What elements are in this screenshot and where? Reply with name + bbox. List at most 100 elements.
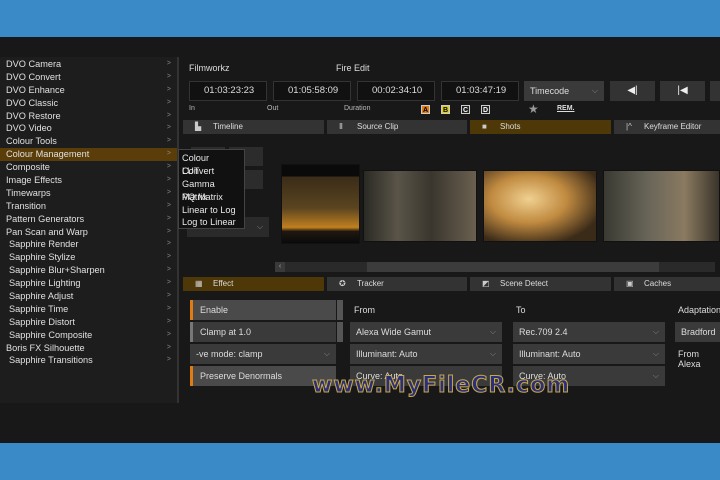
shot-thumbnail[interactable] (281, 164, 360, 244)
menu-item[interactable]: Sapphire Adjust > (0, 290, 177, 303)
to-gamut-select[interactable]: Rec.709 2.4 ⌵ (513, 322, 665, 342)
menu-item[interactable]: DVO Classic > (0, 97, 177, 110)
tab-label: Timeline (213, 122, 243, 131)
enable-toggle[interactable]: Enable (190, 300, 336, 320)
timecode-mode-value: Timecode (530, 86, 570, 96)
current-timecode[interactable]: 01:03:47:19 (441, 81, 519, 101)
menu-item[interactable]: Boris FX Silhouette > (0, 342, 177, 355)
shot-thumbnail[interactable] (363, 170, 477, 242)
submenu-arrow-icon: > (166, 266, 171, 274)
menu-item[interactable]: DVO Enhance > (0, 84, 177, 97)
submenu-arrow-icon: > (166, 214, 171, 222)
scroll-left-icon[interactable]: ‹ (275, 262, 285, 272)
from-gamut-select[interactable]: Alexa Wide Gamut ⌵ (350, 322, 502, 342)
badge-c[interactable]: C (461, 105, 470, 114)
menu-item[interactable]: Pattern Generators > (0, 213, 177, 226)
menu-item[interactable]: Sapphire Stylize > (0, 251, 177, 264)
slider-handle[interactable] (337, 322, 343, 342)
to-illuminant-select[interactable]: Illuminant: Auto ⌵ (513, 344, 665, 364)
colour-management-submenu: Colour Convert LUT Gamma Matrix PQ Matrix Li… (178, 149, 245, 229)
submenu-arrow-icon: > (166, 201, 171, 209)
menu-item[interactable]: DVO Video > (0, 122, 177, 135)
menu-item[interactable]: Composite > (0, 161, 177, 174)
menu-item[interactable]: Image Effects > (0, 174, 177, 187)
menu-item[interactable]: Colour Tools > (0, 135, 177, 148)
project-name: Filmworkz (189, 63, 230, 73)
submenu-arrow-icon: > (166, 72, 171, 80)
menu-item[interactable]: Sapphire Lighting > (0, 277, 177, 290)
menu-item[interactable]: Pan Scan and Warp > (0, 226, 177, 239)
submenu-arrow-icon: > (166, 124, 171, 132)
watermark: www.MyFileCR.com (311, 373, 571, 399)
menu-item[interactable]: Sapphire Blur+Sharpen > (0, 264, 177, 277)
menu-item-label: DVO Restore (6, 110, 61, 121)
menu-item[interactable]: Sapphire Transitions > (0, 354, 177, 367)
adaptation-label: Adaptation (678, 305, 720, 315)
clamp-toggle[interactable]: Clamp at 1.0 (190, 322, 336, 342)
submenu-item[interactable]: Gamma Matrix (182, 178, 241, 202)
chevron-down-icon: ⌵ (323, 349, 330, 358)
in-timecode[interactable]: 01:03:23:23 (189, 81, 267, 101)
caches-icon: ▣ (626, 279, 634, 288)
adaptation-value: Bradford (681, 327, 716, 337)
tab-effect[interactable]: ▦ Effect (183, 277, 324, 291)
tab-timeline[interactable]: ▙ Timeline (183, 120, 324, 134)
shot-thumbnail[interactable] (483, 170, 597, 242)
submenu-arrow-icon: > (166, 240, 171, 248)
menu-item[interactable]: Transition > (0, 200, 177, 213)
slider-handle[interactable] (337, 300, 343, 320)
go-start-button[interactable]: |◀ (660, 81, 705, 101)
tab-label: Keyframe Editor (644, 122, 702, 131)
menu-item[interactable]: Sapphire Time > (0, 303, 177, 316)
submenu-item[interactable]: Log to Linear (182, 216, 241, 229)
step-back-button[interactable]: ◀| (610, 81, 655, 101)
adaptation-select[interactable]: Bradford (675, 322, 720, 342)
menu-item-label: Transition (6, 200, 46, 211)
ve-mode-select[interactable]: -ve mode: clamp ⌵ (190, 344, 336, 364)
submenu-item[interactable]: Linear to Log (182, 204, 241, 217)
menu-item[interactable]: Sapphire Render > (0, 238, 177, 251)
scrollbar-thumb[interactable] (367, 262, 659, 272)
submenu-item[interactable]: Colour Convert (182, 152, 241, 176)
tab-scene-detect[interactable]: ◩ Scene Detect (470, 277, 611, 291)
menu-item-label: Sapphire Time (9, 303, 69, 314)
shot-thumbnail[interactable] (603, 170, 720, 242)
adaptation-note: From Alexa (678, 349, 701, 369)
tab-caches[interactable]: ▣ Caches (614, 277, 720, 291)
menu-item[interactable]: Sapphire Composite > (0, 329, 177, 342)
submenu-arrow-icon: > (166, 137, 171, 145)
menu-item[interactable]: Colour Management > (0, 148, 177, 162)
menu-item-label: Sapphire Blur+Sharpen (9, 265, 105, 276)
submenu-arrow-icon: > (166, 343, 171, 351)
timecode-mode-select[interactable]: Timecode ⌵ (524, 81, 604, 101)
menu-item[interactable]: DVO Camera > (0, 58, 177, 71)
submenu-item[interactable]: PQ Matrix (182, 191, 241, 204)
tab-source-clip[interactable]: Ⅱ Source Clip (327, 120, 467, 134)
chevron-down-icon: ⌵ (652, 371, 659, 380)
submenu-arrow-icon: > (166, 292, 171, 300)
submenu-arrow-icon: > (166, 60, 171, 67)
menu-item[interactable]: DVO Convert > (0, 71, 177, 84)
tab-tracker[interactable]: ✪ Tracker (327, 277, 467, 291)
transport-button[interactable] (710, 81, 720, 101)
chevron-down-icon: ⌵ (652, 327, 659, 336)
duration-timecode[interactable]: 00:02:34:10 (357, 81, 435, 101)
star-icon[interactable]: ★ (528, 102, 539, 116)
out-timecode[interactable]: 01:05:58:09 (273, 81, 351, 101)
menu-item[interactable]: DVO Restore > (0, 110, 177, 123)
tab-label: Source Clip (357, 122, 399, 131)
menu-item[interactable]: Sapphire Distort > (0, 316, 177, 329)
rem-button[interactable]: REM. (557, 105, 575, 112)
menu-item-label: Sapphire Lighting (9, 278, 81, 289)
menu-item[interactable]: Timewarps > (0, 187, 177, 200)
menu-item-label: DVO Enhance (6, 84, 65, 95)
badge-b[interactable]: B (441, 105, 450, 114)
badge-a[interactable]: A (421, 105, 430, 114)
chevron-down-icon: ⌵ (652, 349, 659, 358)
from-illuminant-select[interactable]: Illuminant: Auto ⌵ (350, 344, 502, 364)
badge-d[interactable]: D (481, 105, 490, 114)
tab-keyframe-editor[interactable]: |^ Keyframe Editor (614, 120, 720, 134)
tab-shots[interactable]: ■ Shots (470, 120, 611, 134)
shots-scrollbar[interactable]: ‹ (275, 262, 715, 272)
duration-label: Duration (344, 105, 371, 112)
